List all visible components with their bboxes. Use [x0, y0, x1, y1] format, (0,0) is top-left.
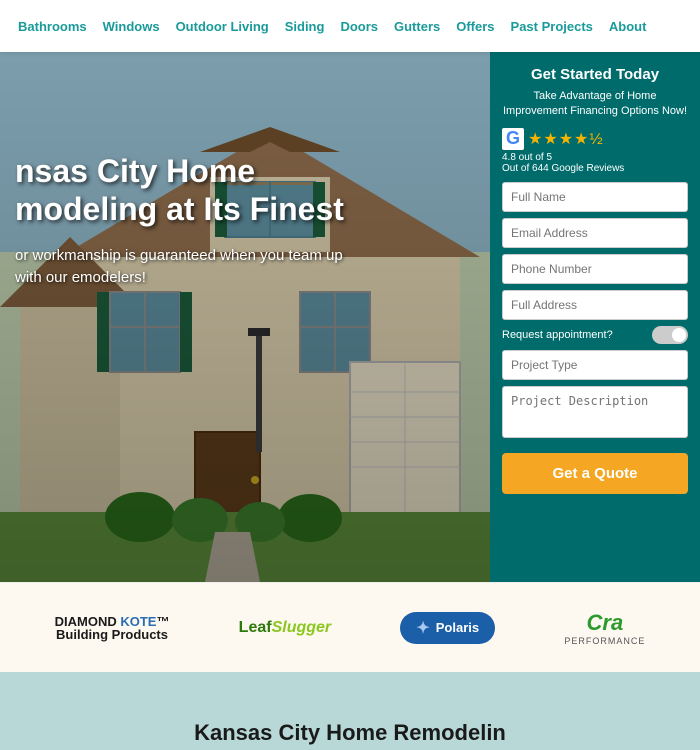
- address-input[interactable]: [502, 290, 688, 320]
- quote-form-panel: Get Started Today Take Advantage of Home…: [490, 52, 700, 582]
- rating-text: 4.8 out of 5 Out of 644 Google Reviews: [502, 152, 688, 174]
- hero-headline: nsas City Home modeling at Its Finest: [15, 152, 345, 229]
- project-description-input[interactable]: [502, 386, 688, 438]
- full-stars: ★★★★: [528, 131, 589, 148]
- appointment-toggle[interactable]: [652, 326, 688, 344]
- form-subtitle: Take Advantage of Home Improvement Finan…: [502, 89, 688, 120]
- email-input[interactable]: [502, 218, 688, 248]
- star-rating: ★★★★½: [528, 129, 603, 149]
- appointment-label: Request appointment?: [502, 329, 613, 341]
- google-g-icon: G: [502, 128, 524, 150]
- nav-windows[interactable]: Windows: [95, 19, 168, 34]
- hero-section: nsas City Home modeling at Its Finest or…: [0, 52, 700, 582]
- half-star: ½: [589, 131, 602, 148]
- brand-bar: DIAMOND KOTE™ Building Products LeafSlug…: [0, 582, 700, 672]
- appointment-row: Request appointment?: [502, 326, 688, 344]
- form-title: Get Started Today: [502, 66, 688, 83]
- bottom-section: Kansas City Home Remodelin: [0, 672, 700, 750]
- nav-bathrooms[interactable]: Bathrooms: [10, 19, 95, 34]
- nav-offers[interactable]: Offers: [448, 19, 502, 34]
- nav-outdoor-living[interactable]: Outdoor Living: [168, 19, 277, 34]
- brand-polaris: ✦ Polaris: [400, 612, 495, 644]
- brand-leaf-slugger: LeafSlugger: [239, 619, 331, 637]
- hero-subtext: or workmanship is guaranteed when you te…: [15, 245, 345, 290]
- nav-past-projects[interactable]: Past Projects: [503, 19, 601, 34]
- project-type-input[interactable]: [502, 350, 688, 380]
- brand-cra: Cra PERFORMANCE: [564, 610, 645, 646]
- get-quote-button[interactable]: Get a Quote: [502, 453, 688, 494]
- brand-diamond-kote: DIAMOND KOTE™ Building Products: [55, 615, 170, 641]
- nav-about[interactable]: About: [601, 19, 655, 34]
- phone-input[interactable]: [502, 254, 688, 284]
- polaris-icon: ✦: [416, 618, 429, 638]
- bottom-title: Kansas City Home Remodelin: [194, 720, 506, 746]
- google-rating-row: G ★★★★½: [502, 128, 688, 150]
- hero-text-block: nsas City Home modeling at Its Finest or…: [0, 132, 360, 310]
- nav-doors[interactable]: Doors: [332, 19, 386, 34]
- full-name-input[interactable]: [502, 182, 688, 212]
- nav-siding[interactable]: Siding: [277, 19, 333, 34]
- nav-gutters[interactable]: Gutters: [386, 19, 448, 34]
- navigation: Bathrooms Windows Outdoor Living Siding …: [0, 0, 700, 52]
